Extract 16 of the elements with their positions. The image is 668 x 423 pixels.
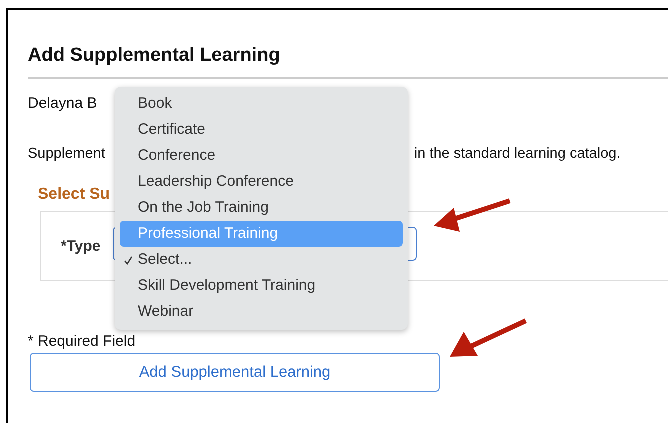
menu-item[interactable]: On the Job Training — [120, 195, 403, 221]
field-label: *Type — [61, 238, 101, 254]
intro-text: Supplement — [28, 145, 106, 163]
page-title: Add Supplemental Learning — [28, 44, 282, 68]
menu-item[interactable]: Webinar — [120, 299, 403, 325]
required-note: * Required Field — [28, 333, 137, 351]
intro-text: in the standard learning catalog. — [414, 145, 621, 163]
menu-item[interactable]: Leadership Conference — [120, 169, 403, 195]
menu-item[interactable]: Skill Development Training — [120, 273, 403, 299]
person-name: Delayna B — [28, 95, 98, 113]
menu-item[interactable]: Book — [120, 91, 403, 117]
menu-item[interactable]: Certificate — [120, 117, 403, 143]
section-title: Select Su — [38, 185, 112, 205]
add-button[interactable]: Add Supplemental Learning — [30, 353, 440, 392]
menu-item[interactable]: Conference — [120, 143, 403, 169]
menu-item[interactable]: Select... — [120, 247, 403, 273]
